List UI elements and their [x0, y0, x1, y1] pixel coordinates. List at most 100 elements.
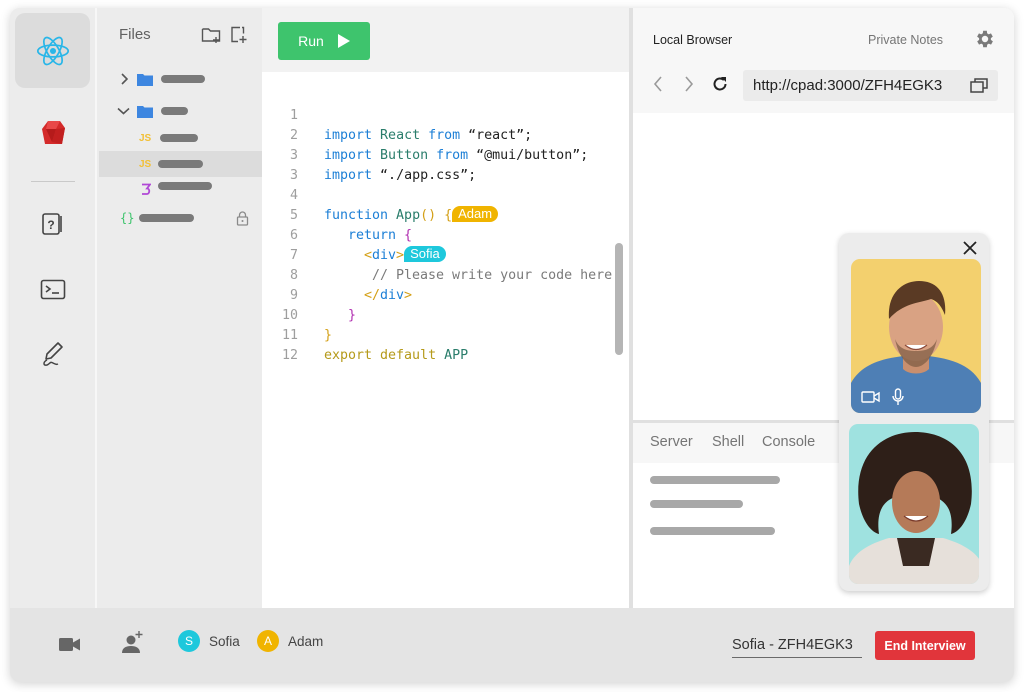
code-token: function: [324, 208, 389, 223]
rail-terminal-button[interactable]: [15, 252, 90, 327]
file-name-placeholder: [160, 134, 198, 142]
avatar: A: [257, 630, 279, 652]
participant-adam[interactable]: A Adam: [257, 630, 323, 652]
files-panel: Files JS JS {}: [99, 8, 262, 608]
session-name-input[interactable]: [732, 632, 862, 658]
tab-local-browser[interactable]: Local Browser: [653, 33, 732, 47]
terminal-output-placeholder: [650, 476, 780, 484]
css-file-icon: [142, 183, 151, 195]
code-token: “react”;: [460, 128, 533, 143]
tab-private-notes[interactable]: Private Notes: [868, 33, 943, 47]
tree-file-js-selected[interactable]: JS: [99, 151, 262, 177]
code-token: import: [324, 128, 373, 143]
url-bar[interactable]: http://cpad:3000/ZFH4EGK3: [743, 70, 998, 101]
code-line: 10 }: [262, 286, 332, 343]
video-tile-sofia[interactable]: [849, 424, 979, 584]
url-text[interactable]: http://cpad:3000/ZFH4EGK3: [753, 77, 942, 94]
open-in-new-window-icon[interactable]: [970, 78, 988, 93]
code-line: 12: [262, 326, 326, 363]
back-icon[interactable]: [653, 76, 663, 92]
participant-sofia[interactable]: S Sofia: [178, 630, 240, 652]
new-folder-icon[interactable]: [201, 26, 223, 44]
code-line: 5 return {: [262, 186, 412, 243]
code-line: 8 </div>: [262, 246, 412, 303]
terminal-output-placeholder: [650, 500, 743, 508]
code-token: App: [388, 208, 421, 223]
code-line: 1 import React from “react”;: [262, 86, 532, 143]
files-title: Files: [119, 26, 151, 43]
chevron-down-icon[interactable]: [117, 106, 130, 116]
rail-draw-button[interactable]: [15, 317, 90, 392]
code-line: 6 <div> Sofia: [262, 206, 446, 263]
left-rail: ?: [10, 8, 97, 608]
folder-icon: [137, 73, 153, 86]
code-token: {: [436, 208, 453, 223]
terminal-output-placeholder: [650, 527, 775, 535]
play-icon: [337, 34, 350, 48]
code-token: >: [404, 288, 413, 303]
tree-folder-collapsed[interactable]: [99, 66, 262, 92]
tree-file-css[interactable]: [99, 176, 262, 202]
pen-signature-icon: [42, 341, 63, 366]
code-line: 11 export default APP: [262, 306, 468, 363]
collaborator-cursor-sofia: Sofia: [404, 246, 446, 262]
rail-divider: [31, 181, 75, 182]
camera-off-icon[interactable]: [861, 390, 881, 404]
video-call-popup: [839, 233, 989, 591]
code-token: import: [324, 148, 373, 163]
new-file-icon[interactable]: [230, 26, 248, 44]
tab-console[interactable]: Console: [762, 434, 815, 450]
code-token: import: [324, 168, 373, 183]
file-name-placeholder: [161, 107, 188, 115]
add-person-icon[interactable]: [122, 630, 144, 654]
code-token: return: [348, 228, 397, 243]
video-tile-adam[interactable]: [851, 259, 981, 413]
code-editor[interactable]: Run 1 import React from “react”; 2 impor…: [262, 8, 629, 608]
tab-server[interactable]: Server: [650, 434, 693, 450]
participant-video-sofia: [849, 432, 979, 584]
code-token: </: [364, 288, 381, 303]
tab-shell[interactable]: Shell: [712, 434, 744, 450]
code-token: Button: [372, 148, 437, 163]
code-token: }: [348, 308, 357, 323]
gear-icon[interactable]: [974, 28, 996, 50]
js-file-icon: JS: [139, 158, 152, 170]
code-token: export default: [324, 348, 437, 363]
code-line: 2 import Button from “@mui/button”;: [262, 106, 588, 163]
chevron-right-icon[interactable]: [119, 73, 129, 85]
forward-icon[interactable]: [684, 76, 694, 92]
run-label: Run: [298, 33, 324, 49]
folder-icon: [137, 105, 153, 118]
code-token: from: [428, 128, 461, 143]
code-token: APP: [436, 348, 469, 363]
code-token: “@mui/button”;: [468, 148, 589, 163]
tree-folder-expanded[interactable]: [99, 98, 262, 124]
collaborator-cursor-adam: Adam: [452, 206, 499, 222]
video-camera-icon[interactable]: [59, 637, 81, 652]
code-line: 3: [262, 146, 326, 183]
code-token: from: [436, 148, 469, 163]
ruby-icon: [41, 120, 65, 144]
avatar: S: [178, 630, 200, 652]
refresh-icon[interactable]: [711, 75, 729, 93]
run-button[interactable]: Run: [278, 22, 370, 60]
file-name-placeholder: [139, 214, 194, 222]
code-token: div: [380, 288, 405, 303]
line-number: 12: [281, 348, 298, 363]
rail-ruby-button[interactable]: [15, 95, 90, 170]
microphone-icon[interactable]: [891, 388, 905, 406]
code-line: 9 }: [262, 266, 356, 323]
tree-file-json[interactable]: {}: [99, 205, 262, 231]
editor-scrollbar[interactable]: [615, 243, 623, 355]
code-token: React: [372, 128, 429, 143]
file-name-placeholder: [161, 75, 205, 83]
react-icon: [36, 36, 69, 65]
code-line: 7 // Please write your code here.: [262, 226, 620, 283]
rail-react-button[interactable]: [15, 13, 90, 88]
rail-question-button[interactable]: ?: [15, 186, 90, 261]
participant-name: Adam: [288, 633, 324, 649]
tree-file-js[interactable]: JS: [99, 125, 262, 151]
bottom-bar: S Sofia A Adam End Interview: [10, 608, 1014, 682]
close-icon[interactable]: [963, 241, 977, 255]
end-interview-button[interactable]: End Interview: [875, 631, 975, 660]
